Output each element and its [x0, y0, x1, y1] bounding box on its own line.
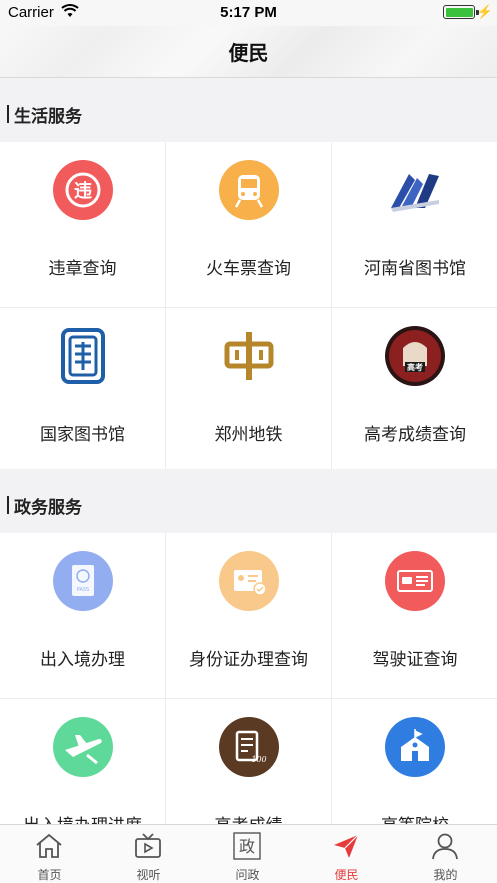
service-label: 火车票查询 — [206, 259, 291, 279]
tab-label: 视听 — [136, 868, 161, 882]
government-services-grid: PASS 出入境办理 身份证办理查询 驾驶证查询 出入境办理进度 100 高考成… — [0, 533, 497, 824]
nav-bar: 便民 — [0, 26, 497, 78]
gaokao-fist-icon: 高考 — [385, 326, 445, 386]
tab-label: 问政 — [235, 868, 260, 882]
tab-label: 便民 — [334, 868, 359, 882]
battery-icon — [443, 5, 475, 19]
status-bar: Carrier 5:17 PM ⚡ — [0, 0, 497, 26]
service-train-ticket[interactable]: 火车票查询 — [166, 142, 332, 308]
svg-text:政: 政 — [239, 837, 255, 856]
svg-text:100: 100 — [251, 755, 266, 764]
service-driver-license[interactable]: 驾驶证查询 — [332, 533, 497, 699]
service-label: 身份证办理查询 — [189, 650, 308, 670]
service-henan-library[interactable]: 河南省图书馆 — [332, 142, 497, 308]
section-title: 政务服务 — [14, 498, 82, 518]
section-header-government: 政务服务 — [0, 469, 497, 533]
train-icon — [219, 160, 279, 220]
national-library-logo-icon — [53, 326, 113, 386]
paper-plane-icon — [334, 834, 359, 858]
section-marker — [7, 496, 9, 514]
svg-text:PASS: PASS — [77, 587, 89, 593]
section-title: 生活服务 — [14, 107, 82, 127]
page-title: 便民 — [228, 41, 269, 65]
score-sheet-icon: 100 — [219, 717, 279, 777]
violation-icon: 违 — [53, 160, 113, 220]
service-id-card[interactable]: 身份证办理查询 — [166, 533, 332, 699]
service-label: 高等院校 — [332, 811, 497, 824]
service-label: 出入境办理进度 — [0, 811, 165, 824]
tab-politics[interactable]: 政 问政 — [198, 825, 297, 883]
charging-icon: ⚡ — [476, 4, 493, 19]
life-services-grid: 违 违章查询 火车票查询 河南省图书馆 国家图书馆 郑州地铁 高考 高考成绩查询 — [0, 142, 497, 474]
tab-home[interactable]: 首页 — [0, 825, 99, 883]
henan-library-logo-icon — [385, 160, 445, 220]
service-university[interactable]: 高等院校 — [332, 699, 497, 824]
section-header-life: 生活服务 — [0, 78, 497, 142]
service-label: 郑州地铁 — [214, 425, 283, 445]
service-zhengzhou-metro[interactable]: 郑州地铁 — [166, 308, 332, 474]
tab-profile[interactable]: 我的 — [396, 825, 495, 883]
service-label: 河南省图书馆 — [364, 259, 466, 279]
service-label: 国家图书馆 — [40, 425, 125, 445]
service-label: 高考成绩 — [166, 811, 331, 824]
tab-label: 首页 — [37, 868, 62, 882]
service-label: 违章查询 — [48, 259, 117, 279]
service-violation-query[interactable]: 违 违章查询 — [0, 142, 166, 308]
driver-license-icon — [385, 551, 445, 611]
service-gaokao-score[interactable]: 100 高考成绩 — [166, 699, 332, 824]
service-label: 驾驶证查询 — [372, 650, 458, 670]
tab-media[interactable]: 视听 — [99, 825, 198, 883]
id-card-icon — [219, 551, 279, 611]
svg-text:违: 违 — [74, 180, 92, 202]
tab-label: 我的 — [433, 868, 458, 882]
service-label: 出入境办理 — [40, 650, 125, 670]
service-exit-entry-progress[interactable]: 出入境办理进度 — [0, 699, 166, 824]
zhengzhou-metro-logo-icon — [219, 326, 279, 386]
home-icon — [36, 833, 62, 858]
university-icon — [385, 717, 445, 777]
clock: 5:17 PM — [220, 4, 277, 21]
service-national-library[interactable]: 国家图书馆 — [0, 308, 166, 474]
tab-bar: 首页 视听 政 问政 便民 我的 — [0, 824, 497, 883]
user-icon — [432, 833, 458, 860]
service-label: 高考成绩查询 — [364, 425, 466, 445]
svg-text:高考: 高考 — [407, 362, 423, 372]
passport-icon: PASS — [53, 551, 113, 611]
section-marker — [7, 105, 9, 123]
tv-icon — [135, 833, 161, 858]
politics-icon: 政 — [233, 832, 261, 860]
tab-convenience[interactable]: 便民 — [297, 825, 396, 883]
service-exit-entry[interactable]: PASS 出入境办理 — [0, 533, 166, 699]
flight-icon — [53, 717, 113, 777]
service-gaokao-query[interactable]: 高考 高考成绩查询 — [332, 308, 497, 474]
